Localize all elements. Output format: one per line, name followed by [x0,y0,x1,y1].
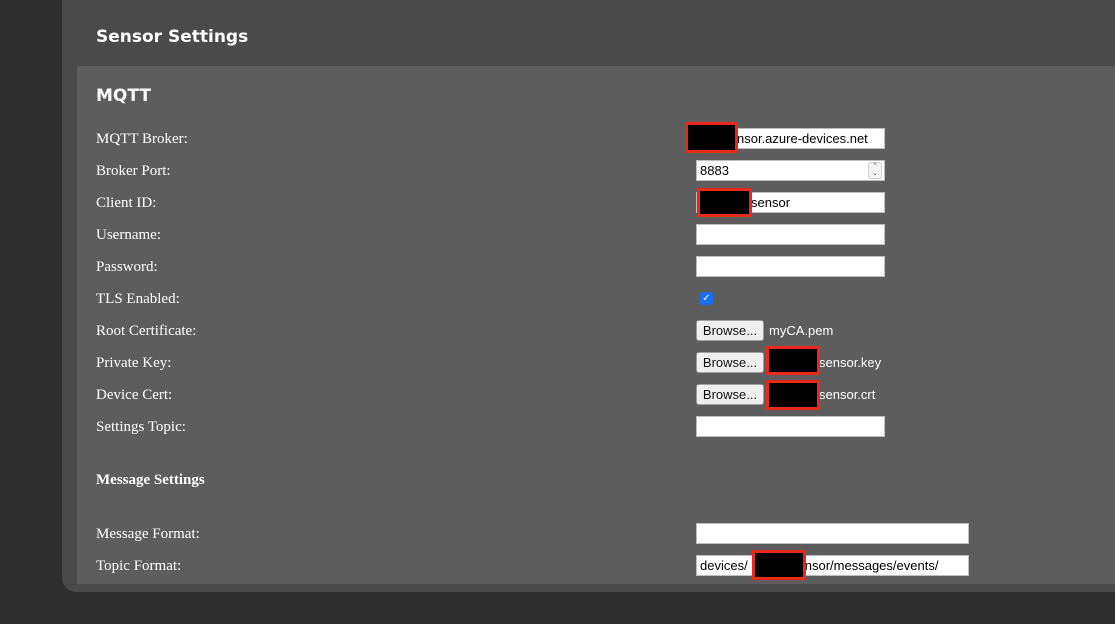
private-key-browse-button[interactable]: Browse... [696,352,764,373]
redaction-box [752,550,806,580]
password-label: Password: [96,259,158,275]
device-cert-filename: sensor.crt [819,387,876,402]
tls-label: TLS Enabled: [96,291,180,307]
username-input[interactable] [696,224,885,245]
private-key-label: Private Key: [96,355,172,371]
checkmark-icon: ✓ [702,293,711,304]
redaction-box [766,380,820,410]
port-input[interactable] [696,160,885,181]
root-cert-browse-button[interactable]: Browse... [696,320,764,341]
stepper-arrows-icon[interactable]: ⌃ ⌄ [868,162,882,179]
section-title: MQTT [96,86,151,106]
redaction-box [766,346,820,375]
settings-topic-label: Settings Topic: [96,419,186,435]
message-format-input[interactable] [696,523,969,544]
root-cert-filename: myCA.pem [769,323,834,338]
broker-label: MQTT Broker: [96,131,188,147]
root-cert-label: Root Certificate: [96,323,197,339]
device-cert-browse-button[interactable]: Browse... [696,384,764,405]
client-id-label: Client ID: [96,195,157,211]
device-cert-label: Device Cert: [96,387,173,403]
redaction-box [697,188,752,217]
topic-format-input[interactable] [696,555,969,576]
mqtt-section [77,66,1115,584]
message-settings-heading: Message Settings [96,472,205,488]
settings-topic-input[interactable] [696,416,885,437]
redaction-box [685,122,738,153]
port-stepper: ⌃⌄ [696,160,885,181]
username-label: Username: [96,227,161,243]
topic-format-label: Topic Format: [96,558,182,574]
page-title: Sensor Settings [96,27,249,47]
password-input[interactable] [696,256,885,277]
tls-checkbox[interactable]: ✓ [700,292,713,305]
port-label: Broker Port: [96,163,171,179]
message-format-label: Message Format: [96,526,200,542]
private-key-filename: sensor.key [819,355,882,370]
